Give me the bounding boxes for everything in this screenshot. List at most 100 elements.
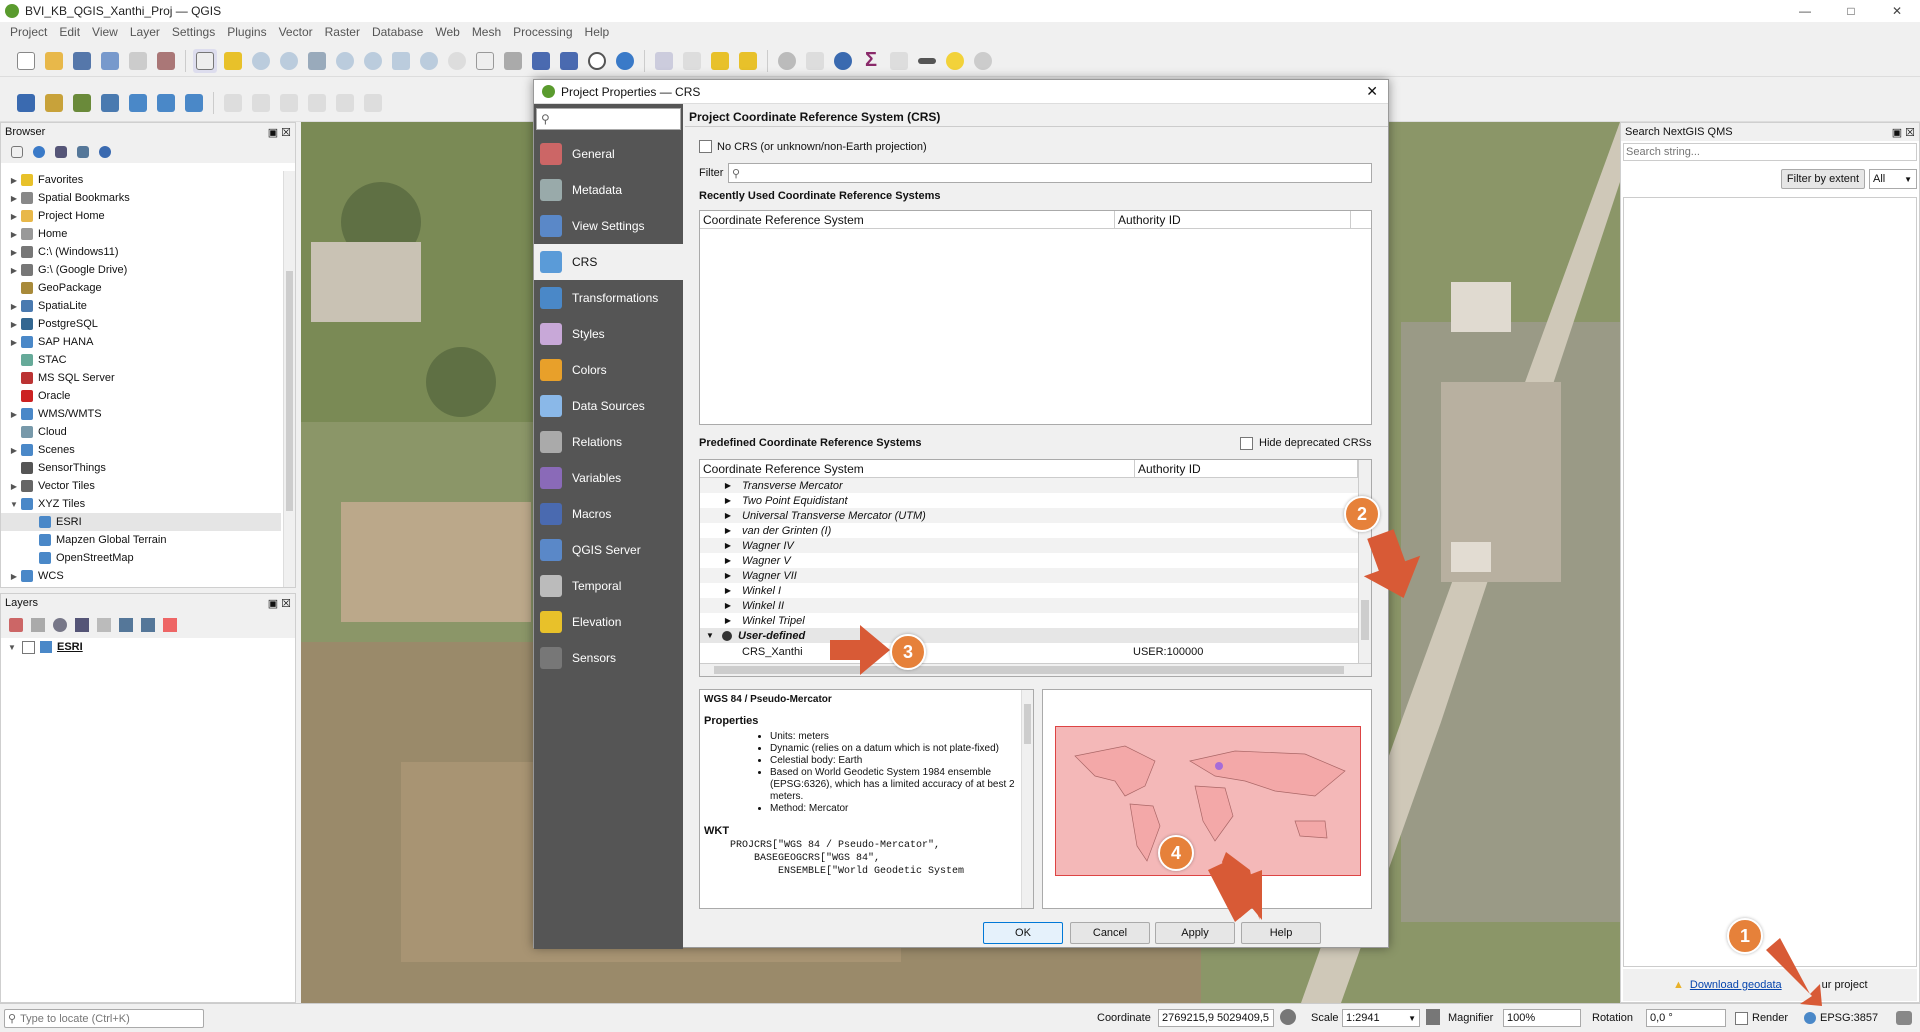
menu-project[interactable]: Project — [4, 25, 53, 39]
digitize-icon[interactable] — [305, 91, 329, 115]
minimize-icon[interactable]: — — [1782, 0, 1828, 22]
deselect-icon[interactable] — [708, 49, 732, 73]
field-calculator-icon[interactable] — [887, 49, 911, 73]
menu-help[interactable]: Help — [579, 25, 616, 39]
expand-icon[interactable]: ▶ — [9, 230, 19, 239]
menu-web[interactable]: Web — [429, 25, 465, 39]
crs-group-row[interactable]: ▶ Transverse Mercator — [700, 478, 1358, 493]
zoom-selection-icon[interactable] — [333, 49, 357, 73]
toggle-editing-icon[interactable] — [249, 91, 273, 115]
expand-icon[interactable]: ▶ — [9, 248, 19, 257]
browser-item[interactable]: ▶ Scenes — [1, 441, 281, 459]
browser-item[interactable]: ▶ Home — [1, 225, 281, 243]
menu-processing[interactable]: Processing — [507, 25, 578, 39]
new-project-icon[interactable] — [14, 49, 38, 73]
render-checkbox[interactable] — [1735, 1012, 1748, 1025]
messages-icon[interactable] — [1896, 1011, 1912, 1025]
expand-icon[interactable]: ▶ — [722, 601, 734, 610]
data-source-manager-icon[interactable] — [14, 91, 38, 115]
locator-icon[interactable] — [971, 49, 995, 73]
browser-item[interactable]: ▶ WMS/WMTS — [1, 405, 281, 423]
browser-item[interactable]: MS SQL Server — [1, 369, 281, 387]
menu-database[interactable]: Database — [366, 25, 429, 39]
rotation-spinbox[interactable]: 0,0 ° — [1646, 1009, 1726, 1027]
apply-button[interactable]: Apply — [1155, 922, 1235, 944]
panel-close-icon[interactable]: ▣ ☒ — [268, 126, 291, 139]
predef-col-authority[interactable]: Authority ID — [1135, 460, 1358, 478]
expand-icon[interactable]: ▶ — [9, 338, 19, 347]
filter-expression-icon[interactable] — [97, 618, 111, 632]
remove-layer-icon[interactable] — [163, 618, 177, 632]
browser-item[interactable]: GeoPackage — [1, 279, 281, 297]
expand-icon[interactable]: ▶ — [9, 194, 19, 203]
zoom-next-icon[interactable] — [445, 49, 469, 73]
browser-item[interactable]: ▶ Vector Tiles — [1, 477, 281, 495]
crs-status-button[interactable]: EPSG:3857 — [1820, 1012, 1878, 1024]
open-project-icon[interactable] — [42, 49, 66, 73]
expand-all-icon[interactable] — [119, 618, 133, 632]
nav-item-sensors[interactable]: Sensors — [534, 640, 683, 676]
recent-col-crs[interactable]: Coordinate Reference System — [700, 210, 1115, 229]
nav-item-crs[interactable]: CRS — [534, 244, 683, 280]
crs-group-row[interactable]: ▶ Winkel I — [700, 583, 1358, 598]
menu-settings[interactable]: Settings — [166, 25, 221, 39]
collapse-all-icon[interactable] — [141, 618, 155, 632]
magnifier-spinbox[interactable]: 100% — [1503, 1009, 1581, 1027]
menu-edit[interactable]: Edit — [53, 25, 86, 39]
browser-item[interactable]: ▶ Project Home — [1, 207, 281, 225]
crs-group-row[interactable]: ▶ Two Point Equidistant — [700, 493, 1358, 508]
predefined-crs-tree[interactable]: Coordinate Reference System Authority ID … — [699, 459, 1372, 677]
nav-item-macros[interactable]: Macros — [534, 496, 683, 532]
nav-item-temporal[interactable]: Temporal — [534, 568, 683, 604]
zoom-in-icon[interactable] — [249, 49, 273, 73]
qms-results-list[interactable] — [1623, 197, 1917, 967]
expand-icon[interactable]: ▶ — [722, 541, 734, 550]
refresh-icon[interactable] — [613, 49, 637, 73]
close-window-icon[interactable]: ✕ — [1874, 0, 1920, 22]
crs-group-row[interactable]: ▶ Wagner IV — [700, 538, 1358, 553]
identify-icon[interactable] — [775, 49, 799, 73]
statistics-sum-icon[interactable]: Σ — [859, 49, 883, 73]
zoom-layer-icon[interactable] — [361, 49, 385, 73]
ok-button[interactable]: OK — [983, 922, 1063, 944]
expand-icon[interactable]: ▶ — [722, 511, 734, 520]
help-button[interactable]: Help — [1241, 922, 1321, 944]
browser-item[interactable]: Oracle — [1, 387, 281, 405]
crs-group-row[interactable]: ▶ Winkel Tripel — [700, 613, 1358, 628]
filter-icon[interactable] — [53, 144, 69, 160]
browser-item[interactable]: ▶ C:\ (Windows11) — [1, 243, 281, 261]
browser-item[interactable]: ▶ Favorites — [1, 171, 281, 189]
select-location-icon[interactable] — [736, 49, 760, 73]
edit-pencil-icon[interactable] — [221, 91, 245, 115]
new-map-view-icon[interactable] — [473, 49, 497, 73]
menu-vector[interactable]: Vector — [273, 25, 319, 39]
temporal-controller-icon[interactable] — [585, 49, 609, 73]
expand-icon[interactable]: ▶ — [722, 481, 734, 490]
zoom-native-icon[interactable] — [389, 49, 413, 73]
new-bookmark-icon[interactable] — [529, 49, 553, 73]
expand-icon[interactable]: ▶ — [722, 556, 734, 565]
attribute-table-icon[interactable] — [803, 49, 827, 73]
download-geodata-link[interactable]: Download geodata — [1690, 979, 1782, 991]
no-crs-checkbox[interactable] — [699, 140, 712, 153]
browser-item[interactable]: ▶ WCS — [1, 567, 281, 585]
nav-item-elevation[interactable]: Elevation — [534, 604, 683, 640]
menu-view[interactable]: View — [86, 25, 124, 39]
visibility-icon[interactable] — [53, 618, 67, 632]
recent-crs-table[interactable]: Coordinate Reference System Authority ID — [699, 210, 1372, 425]
expand-icon[interactable]: ▶ — [9, 446, 19, 455]
nav-item-relations[interactable]: Relations — [534, 424, 683, 460]
expand-icon[interactable]: ▶ — [9, 320, 19, 329]
browser-item[interactable]: STAC — [1, 351, 281, 369]
browser-item[interactable]: Cloud — [1, 423, 281, 441]
layer-visibility-checkbox[interactable] — [22, 640, 35, 654]
expand-icon[interactable]: ▶ — [9, 212, 19, 221]
nav-item-view-settings[interactable]: View Settings — [534, 208, 683, 244]
nav-item-transformations[interactable]: Transformations — [534, 280, 683, 316]
vertex-tool-icon[interactable] — [333, 91, 357, 115]
add-raster-icon[interactable] — [154, 91, 178, 115]
expand-icon[interactable]: ▶ — [9, 176, 19, 185]
locator-bar[interactable]: ⚲ Type to locate (Ctrl+K) — [4, 1009, 204, 1028]
show-bookmarks-icon[interactable] — [557, 49, 581, 73]
nav-item-variables[interactable]: Variables — [534, 460, 683, 496]
